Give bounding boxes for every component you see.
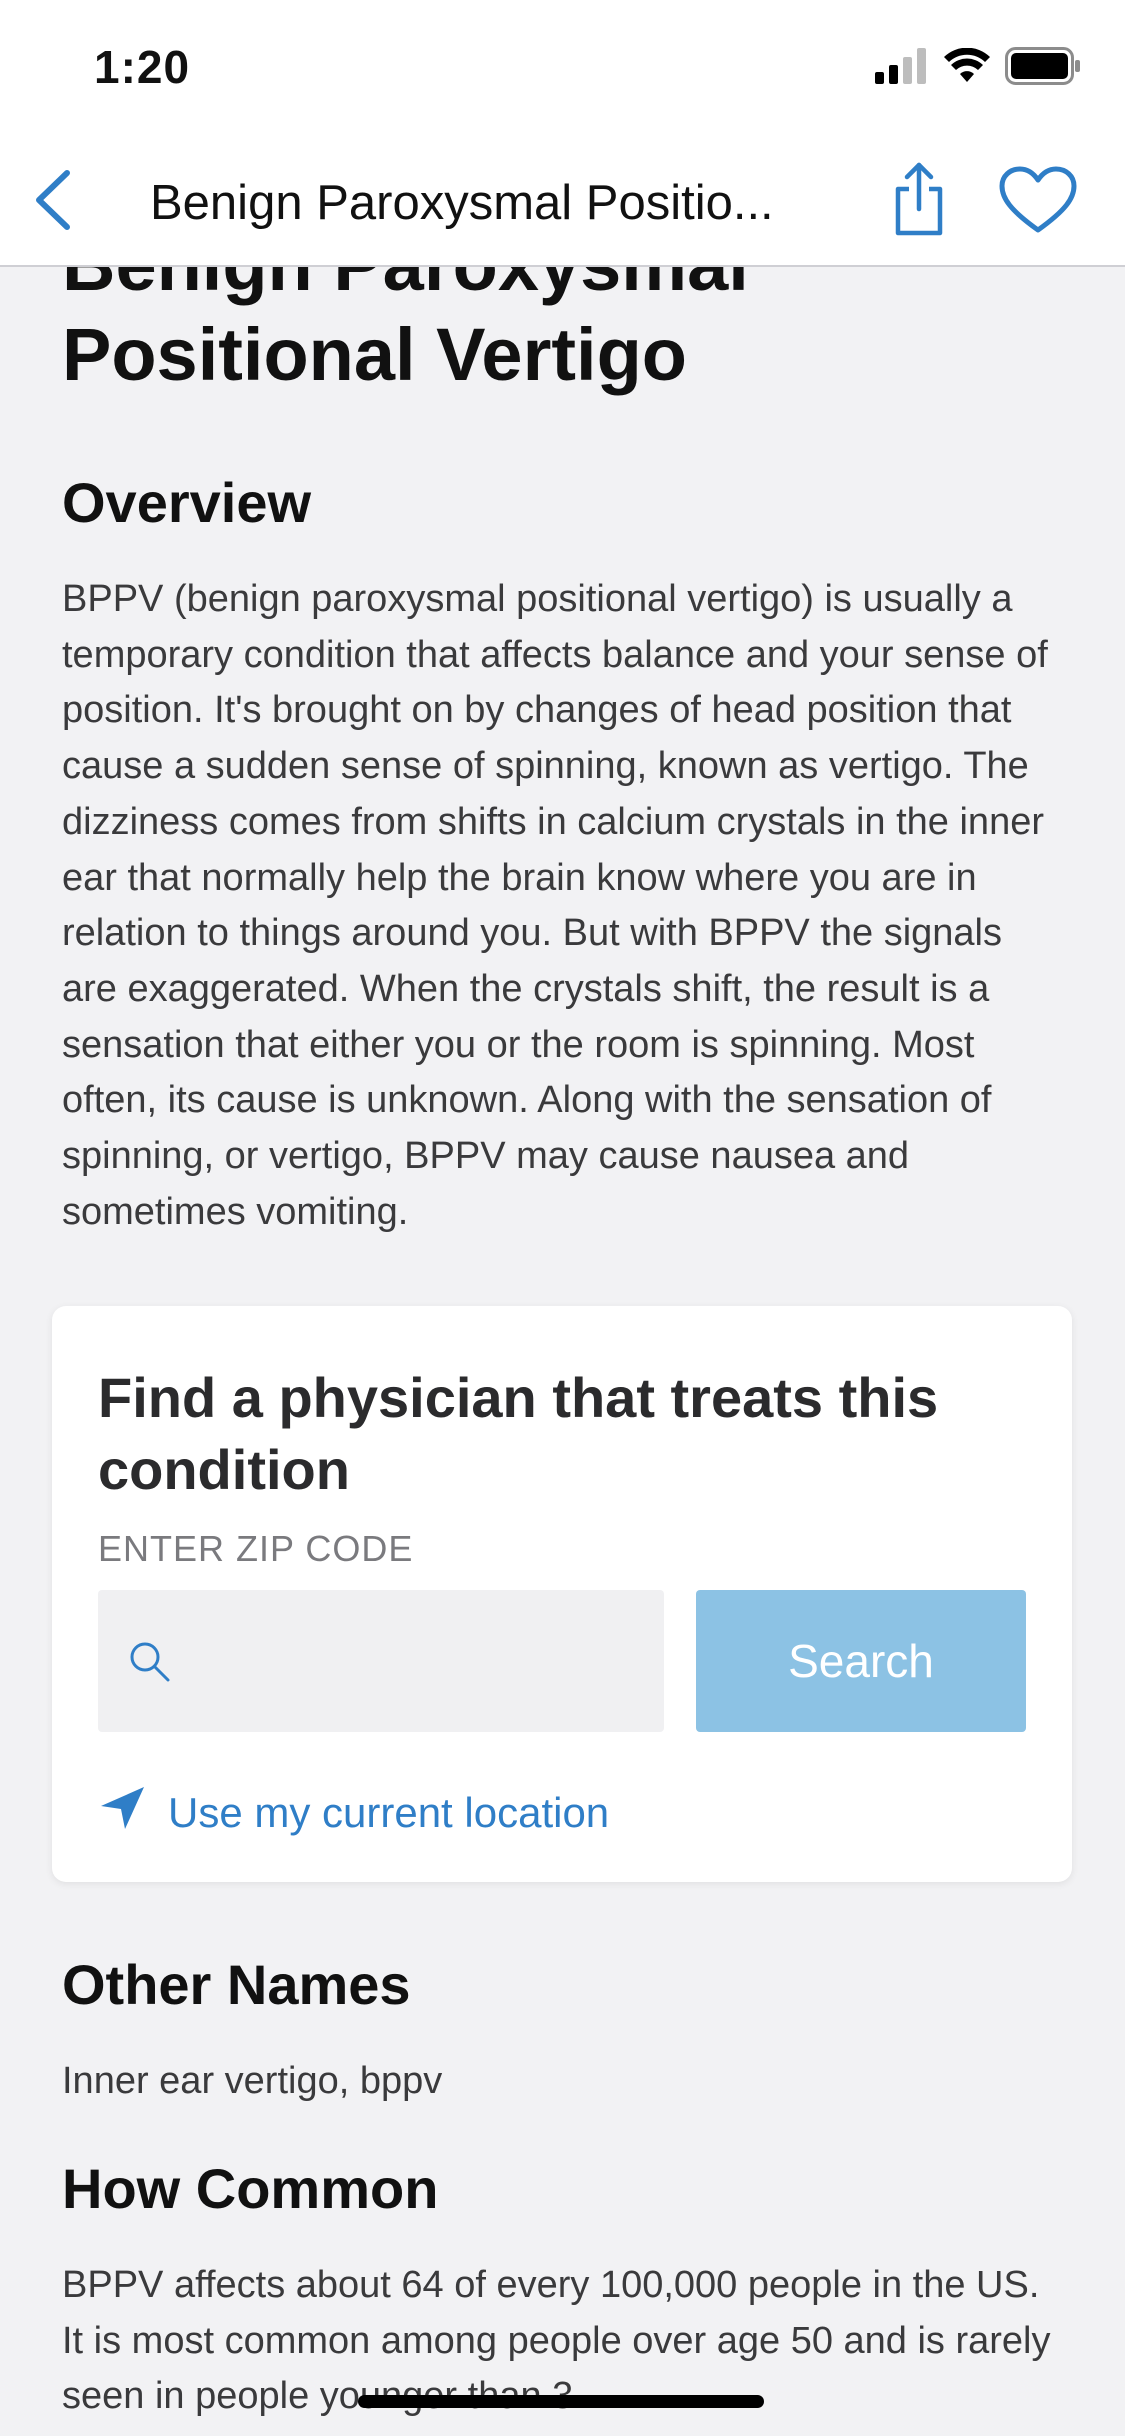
nav-title: Benign Paroxysmal Positio...: [150, 176, 774, 230]
navigation-bar: Benign Paroxysmal Positio...: [0, 140, 1125, 267]
status-icons: [875, 46, 1081, 90]
back-button[interactable]: [18, 162, 88, 242]
card-title: Find a physician that treats this condit…: [98, 1366, 939, 1501]
use-current-location-link[interactable]: Use my current location: [98, 1784, 609, 1842]
zip-input[interactable]: [188, 1590, 652, 1734]
how-common-heading: How Common: [62, 2157, 439, 2220]
other-names-heading: Other Names: [62, 1953, 411, 2016]
share-icon: [892, 159, 946, 242]
find-physician-card: Find a physician that treats this condit…: [52, 1306, 1072, 1882]
overview-heading: Overview: [62, 471, 312, 534]
battery-icon: [1005, 46, 1081, 90]
chevron-left-icon: [31, 167, 75, 238]
heart-icon: [998, 166, 1078, 239]
signal-icon: [875, 47, 929, 89]
search-button[interactable]: Search: [696, 1590, 1026, 1732]
status-bar: 1:20: [0, 0, 1125, 140]
share-button[interactable]: [884, 152, 954, 248]
other-names-text: Inner ear vertigo, bppv: [62, 2060, 443, 2102]
favorite-button[interactable]: [992, 162, 1084, 242]
location-link-label: Use my current location: [168, 1789, 610, 1836]
search-icon: [126, 1638, 174, 1691]
zip-input-field[interactable]: [98, 1590, 664, 1734]
location-arrow-icon: [98, 1784, 148, 1842]
home-indicator: [358, 2395, 764, 2408]
status-time: 1:20: [94, 41, 191, 93]
zip-label: ENTER ZIP CODE: [98, 1528, 414, 1569]
wifi-icon: [943, 47, 991, 89]
overview-text: BPPV (benign paroxysmal positional verti…: [62, 578, 1048, 1233]
